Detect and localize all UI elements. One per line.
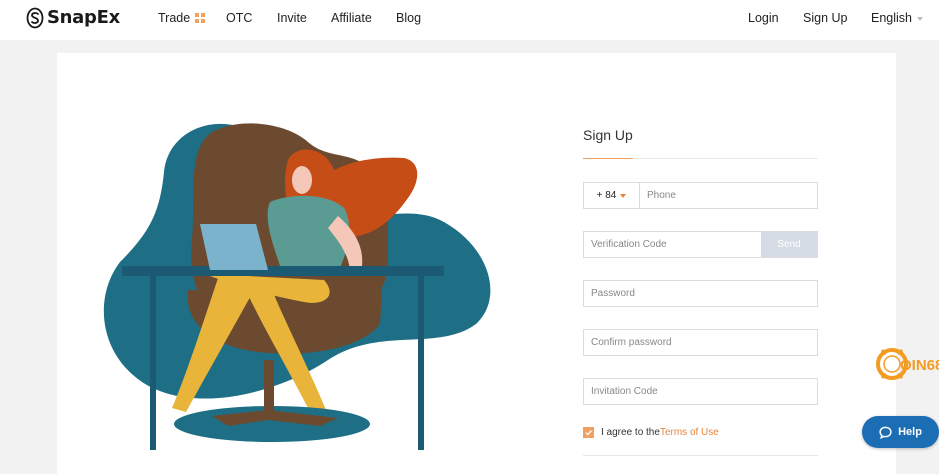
brand-name: SnapEx — [47, 7, 120, 28]
checkmark-icon — [585, 430, 592, 436]
nav-affiliate[interactable]: Affiliate — [331, 11, 372, 25]
brand-logo[interactable]: SnapEx — [26, 7, 120, 29]
signup-link[interactable]: Sign Up — [803, 11, 847, 25]
help-label: Help — [898, 426, 922, 438]
chevron-down-icon — [917, 16, 923, 21]
language-label: English — [871, 11, 912, 25]
laptop — [200, 224, 268, 270]
verification-code-input[interactable] — [584, 232, 761, 257]
agree-text: I agree to the — [601, 427, 660, 438]
coin68-watermark: OIN68 — [876, 348, 939, 380]
chair-stem — [264, 360, 274, 414]
language-selector[interactable]: English — [871, 11, 923, 25]
send-code-button[interactable]: Send — [761, 232, 817, 257]
terms-agreement: I agree to the Terms of Use — [583, 427, 719, 438]
password-input[interactable] — [584, 281, 817, 306]
chat-bubble-icon — [879, 426, 892, 439]
verification-field-group: Send — [583, 231, 818, 258]
confirm-password-field-group — [583, 329, 818, 356]
desk-leg-left — [150, 276, 156, 450]
chevron-down-icon — [620, 193, 627, 198]
snapex-logo-icon — [26, 7, 44, 29]
signup-illustration — [103, 123, 491, 450]
form-divider — [583, 455, 818, 456]
confirm-password-input[interactable] — [584, 330, 817, 355]
invitation-field-group — [583, 378, 818, 405]
title-accent-underline — [583, 158, 633, 159]
phone-input[interactable] — [640, 183, 817, 208]
nav-otc[interactable]: OTC — [226, 11, 252, 25]
top-nav-bar: SnapEx Trade OTC Invite Affiliate Blog L… — [0, 0, 939, 40]
password-field-group — [583, 280, 818, 307]
agree-checkbox[interactable] — [583, 427, 594, 438]
invitation-code-input[interactable] — [584, 379, 817, 404]
coin-badge-text: OIN68 — [900, 357, 939, 374]
login-link[interactable]: Login — [748, 11, 779, 25]
desk-top — [122, 266, 444, 276]
country-code-value: + 84 — [596, 190, 617, 201]
desk-leg-right — [418, 276, 424, 450]
country-code-select[interactable]: + 84 — [584, 183, 640, 208]
terms-of-use-link[interactable]: Terms of Use — [660, 427, 719, 438]
grid-icon — [195, 13, 206, 23]
nav-trade-label: Trade — [158, 11, 191, 25]
nav-trade[interactable]: Trade — [158, 11, 206, 25]
face — [292, 166, 312, 194]
page-title: Sign Up — [583, 127, 633, 143]
help-button[interactable]: Help — [862, 416, 939, 448]
phone-field-group: + 84 — [583, 182, 818, 209]
nav-blog[interactable]: Blog — [396, 11, 421, 25]
nav-invite[interactable]: Invite — [277, 11, 307, 25]
